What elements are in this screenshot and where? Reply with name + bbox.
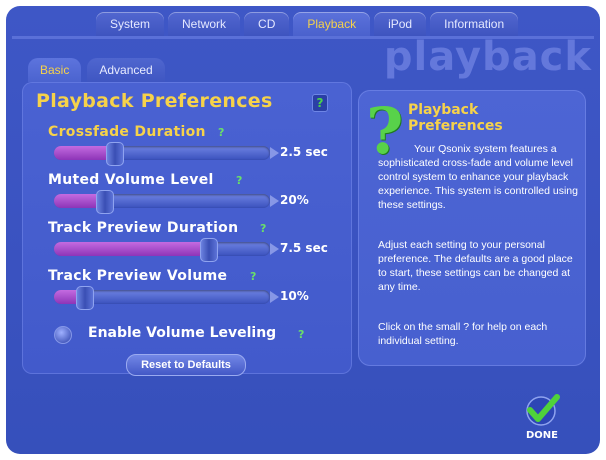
- help-paragraph-2: Adjust each setting to your personal pre…: [378, 239, 573, 293]
- tab-ipod[interactable]: iPod: [374, 12, 427, 36]
- track-preview-duration-value: 7.5 sec: [280, 241, 328, 255]
- crossfade-duration-slider[interactable]: [54, 142, 270, 166]
- panel-title: Playback Preferences: [36, 90, 273, 112]
- slider-fill: [54, 242, 208, 256]
- crossfade-duration-value: 2.5 sec: [280, 145, 328, 159]
- muted-volume-label: Muted Volume Level: [48, 172, 214, 188]
- settings-screen: System Network CD Playback iPod Informat…: [6, 6, 600, 454]
- crossfade-help-icon[interactable]: ?: [218, 126, 224, 139]
- help-title-line2: Preferences: [408, 118, 503, 134]
- muted-volume-value: 20%: [280, 193, 309, 207]
- help-question-icon[interactable]: ?: [312, 94, 328, 112]
- preferences-panel: Playback Preferences ? Crossfade Duratio…: [22, 82, 352, 376]
- help-paragraph-3: Click on the small ? for help on each in…: [378, 321, 548, 347]
- done-label: DONE: [525, 430, 558, 441]
- slider-thumb[interactable]: [96, 190, 114, 214]
- help-title-line1: Playback: [408, 102, 479, 118]
- preview-volume-help-icon[interactable]: ?: [250, 270, 256, 283]
- slider-arrow-icon: [270, 291, 279, 303]
- track-preview-duration-slider[interactable]: [54, 238, 270, 262]
- help-title: Playback Preferences: [408, 102, 558, 134]
- slider-arrow-icon: [270, 147, 279, 159]
- slider-arrow-icon: [270, 195, 279, 207]
- tab-information[interactable]: Information: [430, 12, 519, 36]
- slider-thumb[interactable]: [106, 142, 124, 166]
- volume-leveling-label: Enable Volume Leveling: [88, 325, 277, 341]
- slider-thumb[interactable]: [200, 238, 218, 262]
- sub-tab-bar: Basic Advanced: [28, 58, 165, 82]
- tab-system[interactable]: System: [96, 12, 165, 36]
- muted-volume-slider[interactable]: [54, 190, 270, 214]
- help-paragraph-1: Your Qsonix system features a sophistica…: [378, 143, 578, 211]
- tab-playback[interactable]: Playback: [293, 12, 371, 36]
- slider-fill: [54, 146, 114, 160]
- track-preview-duration-label: Track Preview Duration: [48, 220, 239, 236]
- reset-defaults-button[interactable]: Reset to Defaults: [126, 354, 246, 376]
- slider-thumb[interactable]: [76, 286, 94, 310]
- done-button[interactable]: DONE: [522, 394, 562, 441]
- track-preview-volume-label: Track Preview Volume: [48, 268, 228, 284]
- window-frame: System Network CD Playback iPod Informat…: [0, 0, 606, 460]
- preview-duration-help-icon[interactable]: ?: [260, 222, 266, 235]
- tab-network[interactable]: Network: [168, 12, 241, 36]
- checkmark-icon: [526, 394, 560, 426]
- tab-cd[interactable]: CD: [244, 12, 290, 36]
- track-preview-volume-value: 10%: [280, 289, 309, 303]
- volume-leveling-help-icon[interactable]: ?: [298, 328, 304, 341]
- help-panel: ? Playback Preferences Your Qsonix syste…: [358, 90, 586, 366]
- crossfade-duration-label: Crossfade Duration: [48, 124, 206, 140]
- section-watermark: playback: [383, 34, 592, 80]
- slider-arrow-icon: [270, 243, 279, 255]
- muted-volume-help-icon[interactable]: ?: [236, 174, 242, 187]
- subtab-advanced[interactable]: Advanced: [87, 58, 165, 82]
- volume-leveling-toggle[interactable]: [54, 326, 72, 344]
- top-tab-bar: System Network CD Playback iPod Informat…: [96, 12, 519, 36]
- track-preview-volume-slider[interactable]: [54, 286, 270, 310]
- subtab-basic[interactable]: Basic: [28, 58, 82, 82]
